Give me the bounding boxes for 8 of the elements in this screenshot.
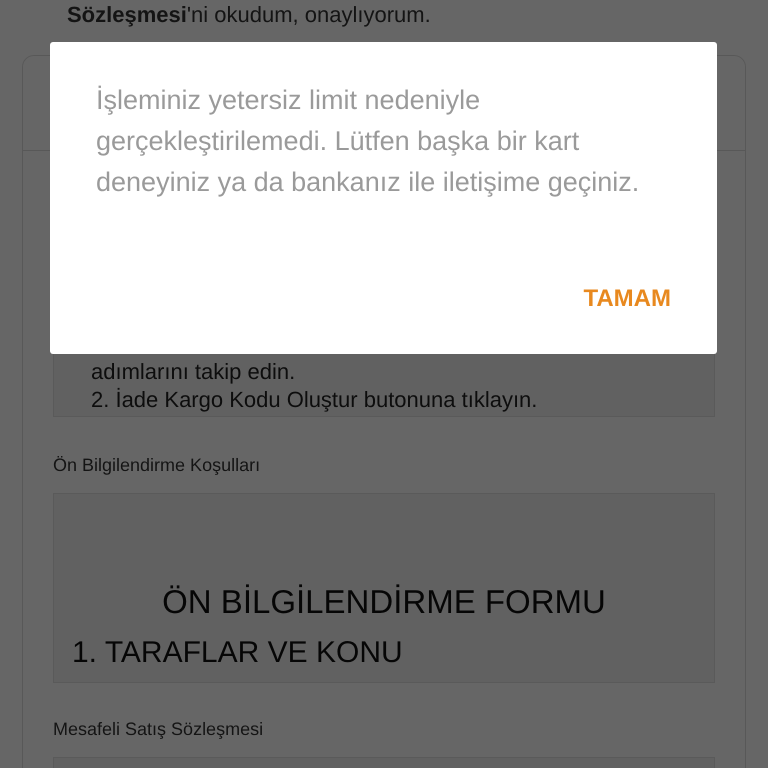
return-step-text: adımlarını takip edin. [91,358,296,386]
section-label: Mesafeli Satış Sözleşmesi [53,718,264,741]
section-label: Ön Bilgilendirme Koşulları [53,454,262,477]
return-step-text: 2. İade Kargo Kodu Oluştur butonuna tıklayın. [91,386,538,414]
error-message: İşleminiz yetersiz limit nedeniyle gerçekleştirilemedi. Lütfen başka bir kart deneyiniz ya da bankanız ile iletişime geçiniz. [96,84,640,199]
form-subheading: 1. TARAFLAR VE KONU [72,636,404,670]
consent-text: Sözleşmesi'ni okudum, onaylıyorum. [67,1,432,29]
form-heading: ÖN BİLGİLENDİRME FORMU [161,582,607,622]
